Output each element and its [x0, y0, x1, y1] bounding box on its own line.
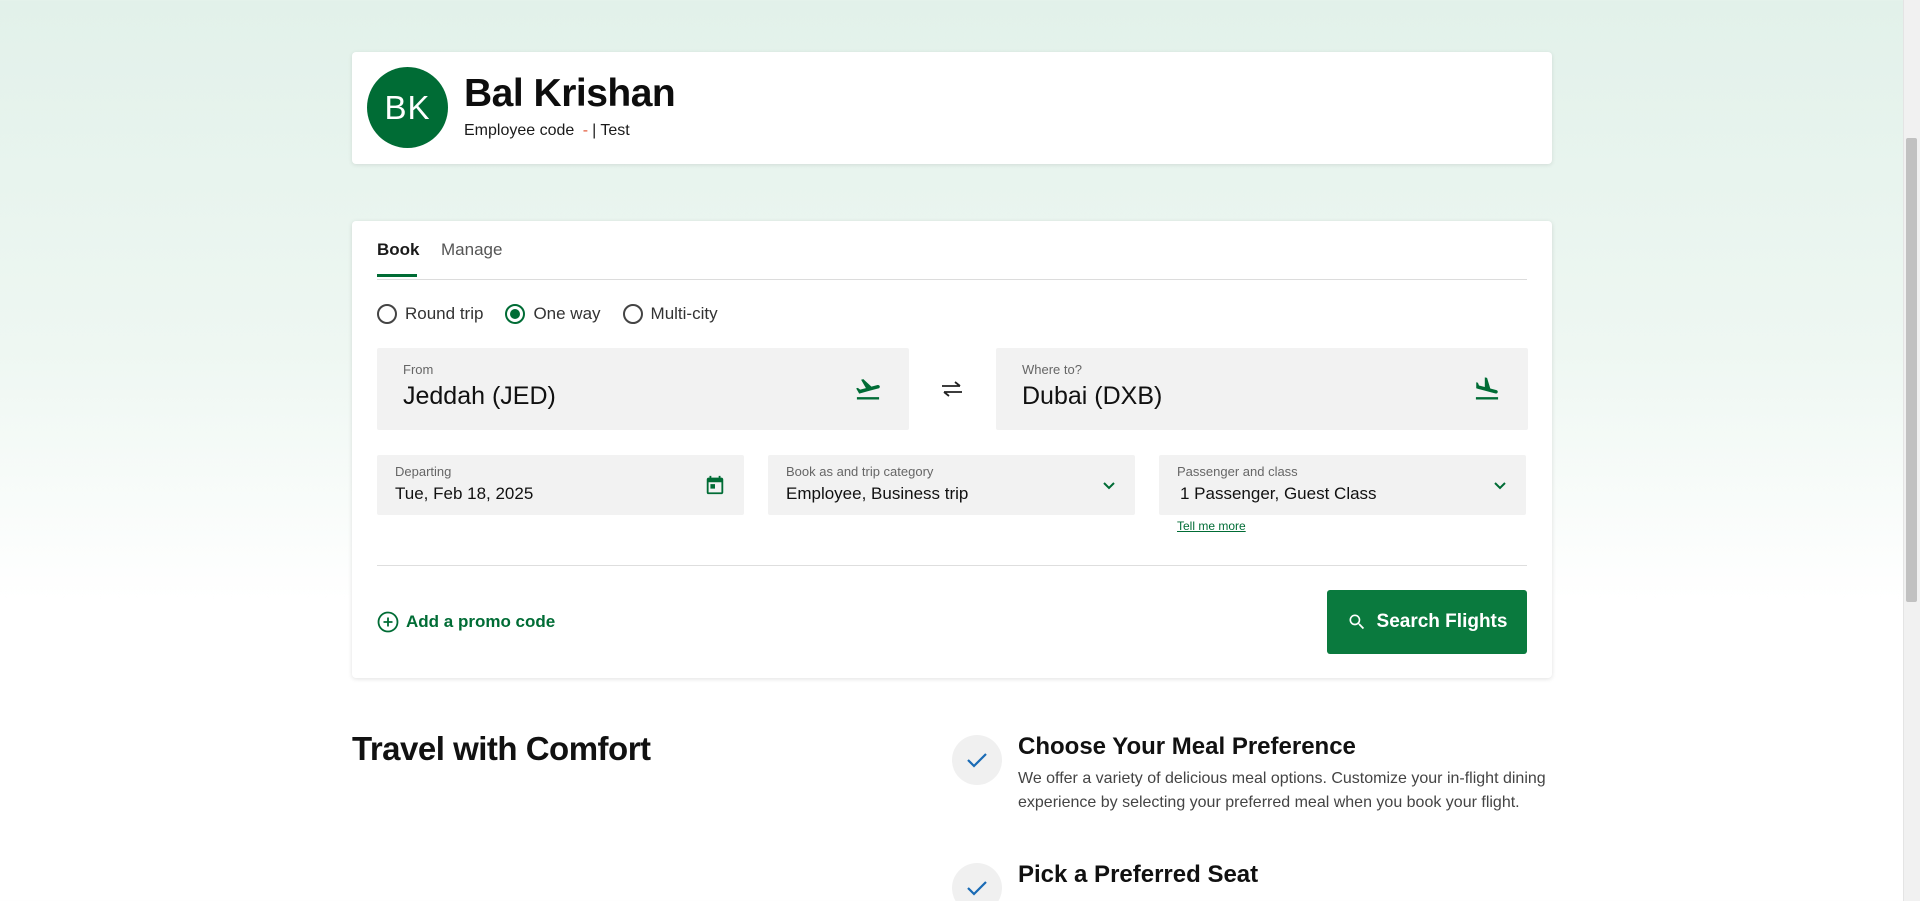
profile-card: BK Bal Krishan Employee code - | Test — [352, 52, 1552, 164]
trip-category-value: Employee, Business trip — [786, 484, 969, 503]
from-field[interactable]: From Jeddah (JED) — [377, 348, 909, 430]
employee-code-label: Employee code — [464, 122, 575, 139]
to-field[interactable]: Where to? Dubai (DXB) — [996, 348, 1528, 430]
radio-one-way-circle[interactable] — [505, 304, 526, 324]
calendar-icon[interactable] — [704, 474, 726, 496]
trip-category-label: Book as and trip category — [786, 464, 934, 479]
avatar: BK — [367, 67, 448, 148]
departing-value: Tue, Feb 18, 2025 — [395, 484, 534, 503]
radio-multi-city[interactable]: Multi-city — [622, 302, 718, 326]
feature-title: Choose Your Meal Preference — [1018, 733, 1356, 760]
radio-round-trip-circle[interactable] — [377, 304, 397, 324]
feature-title: Pick a Preferred Seat — [1018, 861, 1259, 888]
plane-landing-icon — [1475, 377, 1499, 400]
tab-manage[interactable]: Manage — [441, 240, 502, 274]
vertical-scrollbar[interactable] — [1903, 0, 1920, 901]
trip-category-dropdown[interactable]: Book as and trip category Employee, Busi… — [768, 455, 1135, 515]
booking-tabs: Book Manage — [377, 221, 1527, 280]
swap-arrows-icon — [942, 381, 962, 397]
search-icon — [1349, 614, 1364, 630]
radio-one-way-label: One way — [533, 304, 601, 323]
trip-type-group: Round trip One way Multi-city — [377, 302, 740, 326]
plus-circle-icon — [377, 611, 399, 633]
check-icon — [967, 881, 987, 896]
plane-takeoff-icon — [856, 379, 880, 400]
employee-info: Employee code - | Test — [464, 122, 630, 140]
booking-card: Book Manage Round trip One way Multi-cit… — [352, 221, 1552, 678]
passenger-class-dropdown[interactable]: Passenger and class 1 Passenger, Guest C… — [1159, 455, 1526, 515]
radio-multi-city-label: Multi-city — [650, 304, 718, 323]
radio-round-trip-label: Round trip — [405, 304, 484, 323]
check-icon — [967, 753, 987, 768]
profile-name: Bal Krishan — [464, 72, 676, 115]
scrollbar-thumb[interactable] — [1906, 138, 1917, 602]
radio-one-way[interactable]: One way — [505, 302, 601, 326]
divider — [377, 565, 1527, 566]
check-badge — [952, 735, 1002, 785]
section-title: Travel with Comfort — [352, 730, 651, 767]
employee-separator: | — [592, 122, 597, 139]
tab-book[interactable]: Book — [377, 240, 420, 277]
swap-button[interactable] — [932, 374, 972, 404]
passenger-class-label: Passenger and class — [1177, 464, 1298, 479]
passenger-class-value: 1 Passenger, Guest Class — [1180, 484, 1377, 503]
to-value: Dubai (DXB) — [1022, 382, 1163, 410]
chevron-down-icon — [1494, 482, 1506, 490]
employee-code-value: - — [582, 122, 589, 139]
from-value: Jeddah (JED) — [403, 382, 556, 410]
feature-description: We offer a variety of delicious meal opt… — [1018, 770, 1546, 811]
to-label: Where to? — [1022, 362, 1082, 377]
search-flights-button[interactable]: Search Flights — [1327, 590, 1527, 654]
departing-field[interactable]: Departing Tue, Feb 18, 2025 — [377, 455, 744, 515]
from-label: From — [403, 362, 434, 377]
chevron-down-icon — [1103, 482, 1115, 490]
departing-label: Departing — [395, 464, 452, 479]
radio-multi-city-circle[interactable] — [622, 304, 643, 324]
employee-type: Test — [600, 122, 630, 139]
search-flights-label: Search Flights — [1376, 611, 1508, 632]
radio-round-trip[interactable]: Round trip — [377, 302, 483, 326]
check-badge — [952, 863, 1002, 901]
tell-me-more-link[interactable]: Tell me more — [1177, 519, 1246, 533]
promo-label: Add a promo code — [406, 612, 556, 631]
add-promo-code-link[interactable]: Add a promo code — [377, 611, 555, 633]
